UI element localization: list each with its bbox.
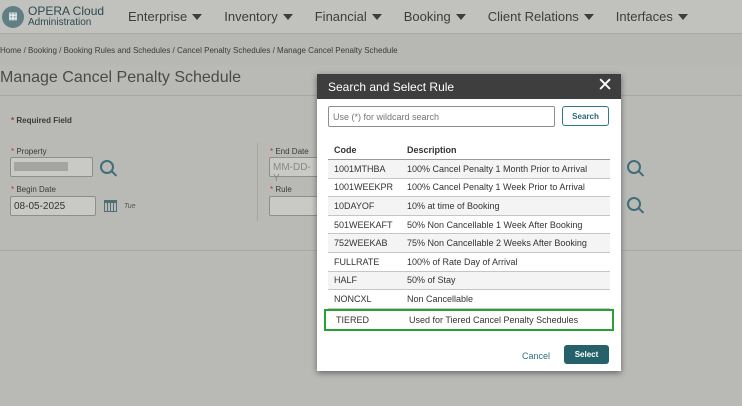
column-header-description[interactable]: Description <box>400 145 610 155</box>
search-icon[interactable] <box>100 160 114 174</box>
search-button[interactable]: Search <box>562 106 609 126</box>
divider <box>257 143 258 221</box>
page-title: Manage Cancel Penalty Schedule <box>0 69 242 86</box>
required-field-note: * Required Field <box>11 116 72 125</box>
property-input[interactable] <box>10 157 93 177</box>
table-row[interactable]: 10DAYOF 10% at time of Booking <box>328 197 610 216</box>
rules-table: Code Description 1001MTHBA 100% Cancel Pe… <box>324 140 614 331</box>
table-row[interactable]: 1001WEEKPR 100% Cancel Penalty 1 Week Pri… <box>328 179 610 198</box>
nav-booking[interactable]: Booking <box>404 9 466 24</box>
table-row[interactable]: 752WEEKAB 75% Non Cancellable 2 Weeks Aft… <box>328 234 610 253</box>
select-button[interactable]: Select <box>564 345 609 364</box>
dialog-header: Search and Select Rule ✕ <box>317 74 621 99</box>
brand-subtitle: Administration <box>28 16 92 28</box>
search-input[interactable] <box>328 106 555 127</box>
begin-date-input[interactable]: 08-05-2025 <box>10 196 96 216</box>
search-select-rule-dialog: Search and Select Rule ✕ Search Code Des… <box>317 74 621 371</box>
rule-label: * Rule <box>270 185 292 194</box>
rule-input[interactable] <box>269 196 321 216</box>
begin-date-label: * Begin Date <box>11 185 56 194</box>
brand[interactable]: ▦ OPERA Cloud Administration <box>0 0 128 33</box>
caret-down-icon <box>192 13 203 20</box>
nav-client-relations[interactable]: Client Relations <box>488 9 594 24</box>
end-date-label: * End Date <box>270 147 309 156</box>
calendar-icon[interactable] <box>104 200 117 212</box>
table-row-highlighted[interactable]: TIERED Used for Tiered Cancel Penalty Sch… <box>324 308 614 331</box>
opera-logo-icon: ▦ <box>2 5 24 28</box>
begin-date-day: Tue <box>124 203 136 210</box>
dialog-title: Search and Select Rule <box>328 80 455 94</box>
caret-down-icon <box>583 13 594 20</box>
breadcrumb-bar: Home / Booking / Booking Rules and Sched… <box>0 33 742 65</box>
table-header: Code Description <box>328 140 610 160</box>
nav-inventory[interactable]: Inventory <box>224 9 293 24</box>
end-date-input[interactable]: MM-DD-Y <box>269 157 321 184</box>
nav-enterprise[interactable]: Enterprise <box>128 9 203 24</box>
caret-down-icon <box>371 13 382 20</box>
table-row[interactable]: FULLRATE 100% of Rate Day of Arrival <box>328 253 610 272</box>
table-row[interactable]: 1001MTHBA 100% Cancel Penalty 1 Month Pri… <box>328 160 610 179</box>
caret-down-icon <box>677 13 688 20</box>
caret-down-icon <box>455 13 466 20</box>
nav-financial[interactable]: Financial <box>315 9 382 24</box>
nav-interfaces[interactable]: Interfaces <box>616 9 688 24</box>
brand-title: OPERA Cloud <box>28 3 105 18</box>
cancel-button[interactable]: Cancel <box>522 351 550 361</box>
close-icon[interactable]: ✕ <box>597 76 613 95</box>
column-header-code[interactable]: Code <box>328 145 400 155</box>
breadcrumb[interactable]: Home / Booking / Booking Rules and Sched… <box>0 46 398 55</box>
table-row[interactable]: NONCXL Non Cancellable <box>328 290 610 309</box>
table-row[interactable]: HALF 50% of Stay <box>328 271 610 291</box>
top-navigation: ▦ OPERA Cloud Administration Enterprise … <box>0 0 742 33</box>
caret-down-icon <box>282 13 293 20</box>
table-row[interactable]: 501WEEKAFT 50% Non Cancellable 1 Week Aft… <box>328 216 610 235</box>
search-icon[interactable] <box>627 197 641 211</box>
property-label: * Property <box>11 147 47 156</box>
search-icon[interactable] <box>627 160 641 174</box>
